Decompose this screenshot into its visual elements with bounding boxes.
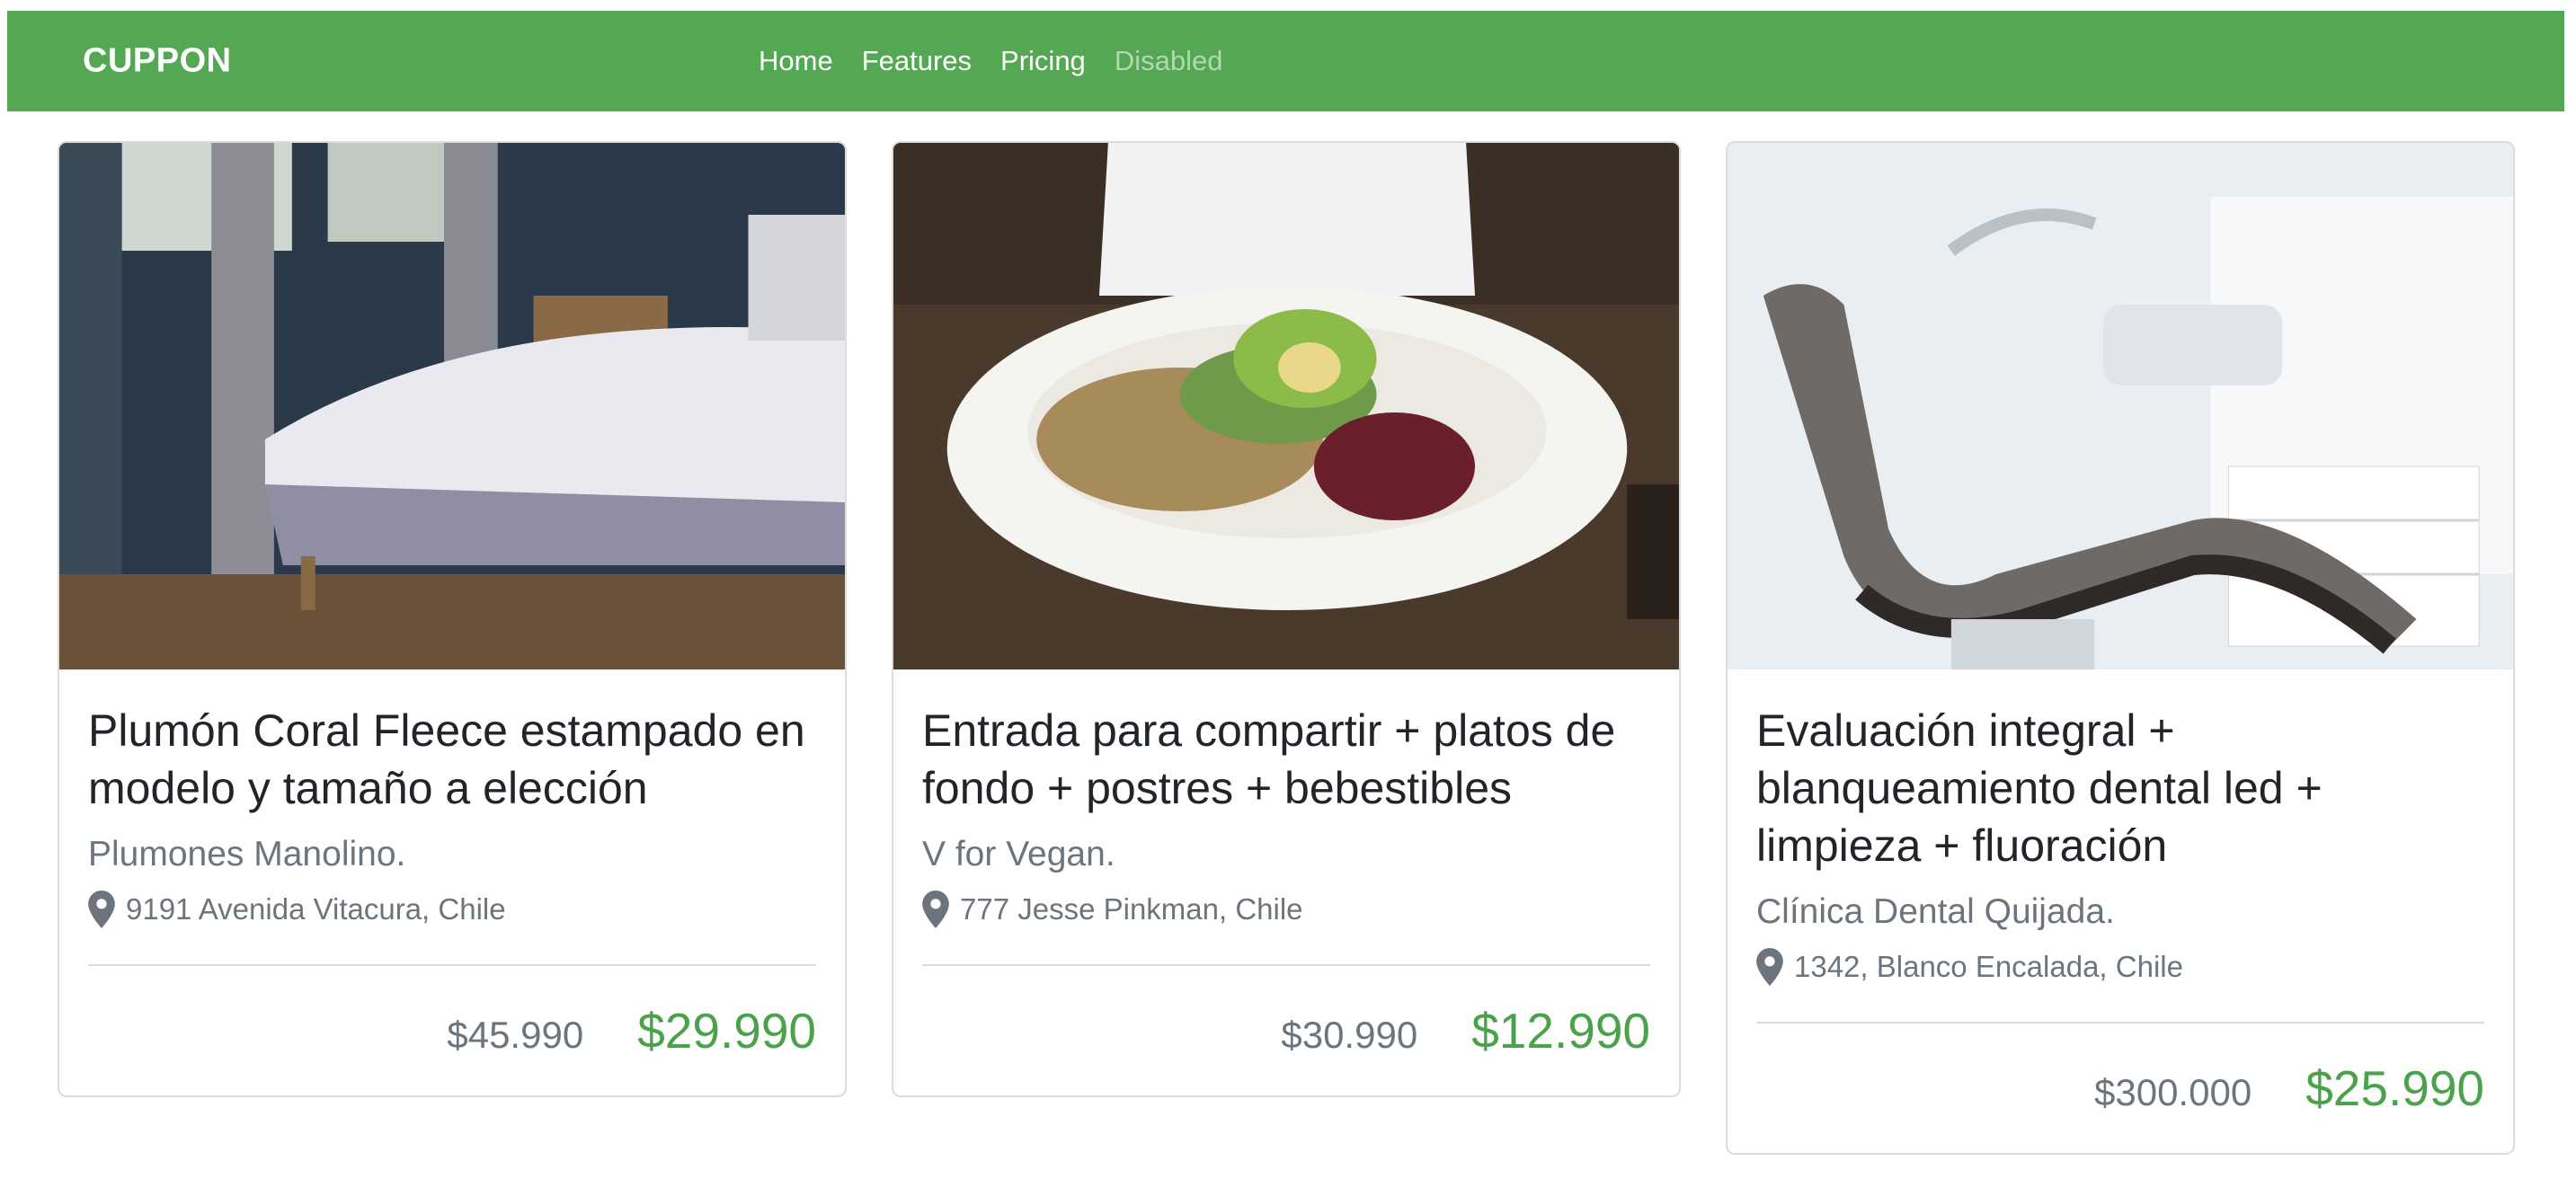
bedroom-photo[interactable] [59, 143, 845, 669]
divider [1756, 1022, 2484, 1024]
brand-logo[interactable]: CUPPON [83, 42, 232, 81]
nav-link-home[interactable]: Home [759, 45, 833, 77]
card-seller: V for Vegan. [922, 835, 1115, 873]
price-row: $300.000 $25.990 [1756, 1059, 2484, 1117]
card-title[interactable]: Plumón Coral Fleece estampado en modelo … [88, 702, 816, 817]
map-pin-icon [88, 891, 115, 928]
card-location: 777 Jesse Pinkman, Chile [922, 891, 1650, 928]
dental-clinic-photo[interactable] [1728, 143, 2513, 669]
card-location: 1342, Blanco Encalada, Chile [1756, 948, 2484, 986]
price-row: $30.990 $12.990 [922, 1002, 1650, 1059]
top-navbar: CUPPON Home Features Pricing Disabled [7, 11, 2564, 111]
vegan-food-photo[interactable] [893, 143, 1679, 669]
card-title[interactable]: Entrada para compartir + platos de fondo… [922, 702, 1650, 817]
location-text: 777 Jesse Pinkman, Chile [960, 892, 1303, 926]
nav-link-features[interactable]: Features [862, 45, 972, 77]
map-pin-icon [1756, 948, 1783, 986]
card-seller: Clínica Dental Quijada. [1756, 892, 2115, 931]
nav-link-disabled: Disabled [1114, 45, 1223, 76]
map-pin-icon [922, 891, 949, 928]
new-price: $25.990 [2305, 1060, 2484, 1116]
old-price: $300.000 [2094, 1071, 2252, 1113]
divider [922, 964, 1650, 966]
price-row: $45.990 $29.990 [88, 1002, 816, 1059]
deal-card[interactable]: Evaluación integral + blanqueamiento den… [1726, 141, 2515, 1155]
deal-card[interactable]: Entrada para compartir + platos de fondo… [892, 141, 1681, 1097]
divider [88, 964, 816, 966]
location-text: 1342, Blanco Encalada, Chile [1794, 950, 2183, 983]
new-price: $12.990 [1471, 1003, 1650, 1059]
nav-links: Home Features Pricing Disabled [759, 45, 1222, 77]
old-price: $45.990 [447, 1014, 584, 1056]
card-location: 9191 Avenida Vitacura, Chile [88, 891, 816, 928]
deal-card[interactable]: Plumón Coral Fleece estampado en modelo … [58, 141, 847, 1097]
old-price: $30.990 [1281, 1014, 1418, 1056]
card-seller: Plumones Manolino. [88, 835, 406, 873]
card-title[interactable]: Evaluación integral + blanqueamiento den… [1756, 702, 2484, 874]
location-text: 9191 Avenida Vitacura, Chile [126, 892, 506, 926]
nav-link-pricing[interactable]: Pricing [1000, 45, 1086, 77]
new-price: $29.990 [637, 1003, 816, 1059]
